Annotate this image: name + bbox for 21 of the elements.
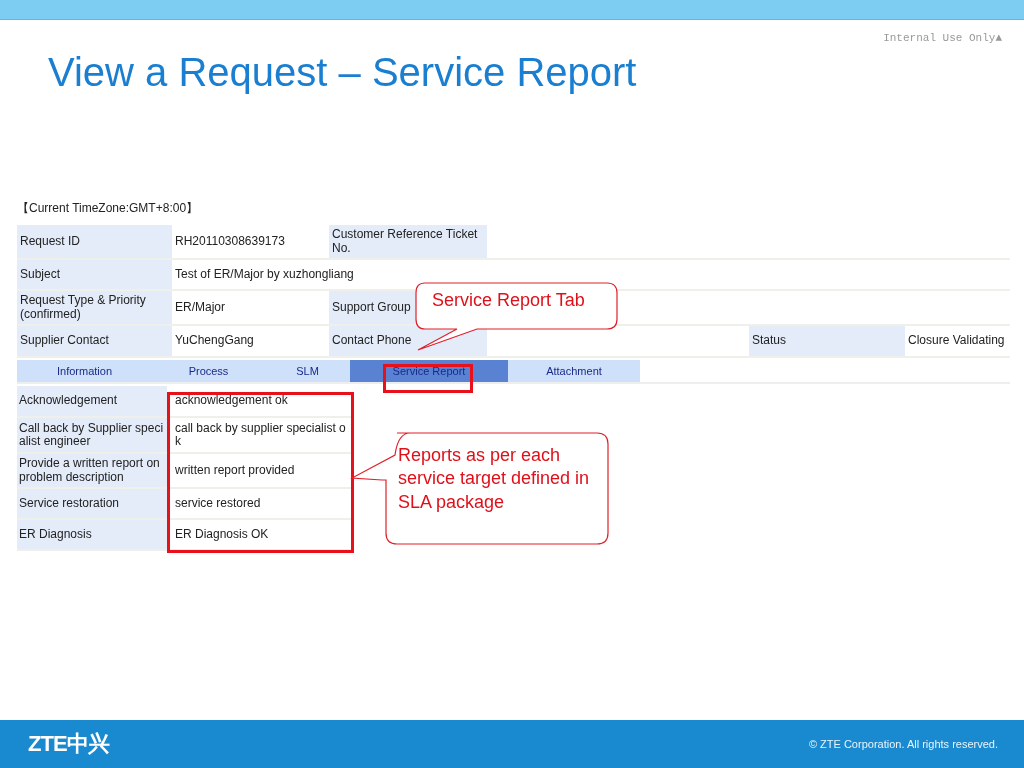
field-label: Status <box>749 326 905 358</box>
report-label: Provide a written report on problem description <box>17 454 167 489</box>
report-label: Call back by Supplier specialist engineer <box>17 418 167 454</box>
report-label: ER Diagnosis <box>17 520 167 551</box>
timezone-label: 【Current TimeZone:GMT+8:00】 <box>17 200 200 217</box>
field-label: Subject <box>17 260 172 291</box>
logo: ZTE中兴 <box>28 730 109 758</box>
field-label: Supplier Contact <box>17 326 172 358</box>
classification-label: Internal Use Only▲ <box>883 32 1002 44</box>
tab[interactable]: SLM <box>265 360 350 382</box>
copyright-text: © ZTE Corporation. All rights reserved. <box>808 738 998 750</box>
callout-text: Reports as per each service target defined in SLA package <box>398 444 591 514</box>
tab[interactable]: Attachment <box>508 360 640 382</box>
report-label: Service restoration <box>17 489 167 520</box>
field-label: Request Type & Priority (confirmed) <box>17 291 172 326</box>
field-label: Request ID <box>17 225 172 260</box>
report-label: Acknowledgement <box>17 386 167 418</box>
field-label: Customer Reference Ticket No. <box>329 225 487 260</box>
tab[interactable]: Process <box>152 360 265 382</box>
slide-title: View a Request – Service Report <box>48 50 638 95</box>
tab[interactable]: Information <box>17 360 152 382</box>
